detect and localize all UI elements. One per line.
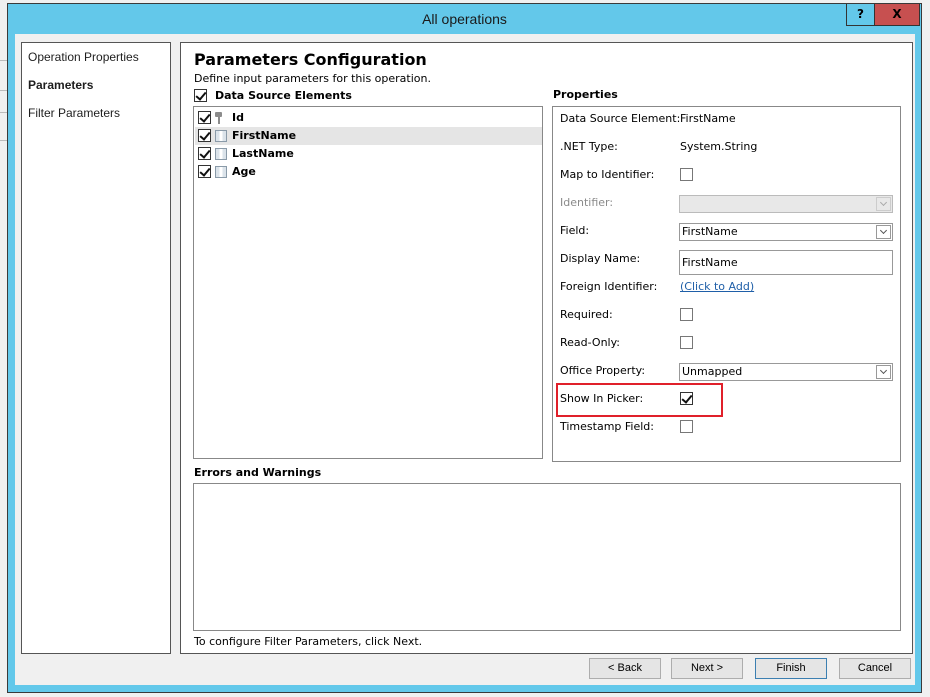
office-property-value: Unmapped <box>682 365 743 378</box>
read-only-label: Read-Only: <box>560 336 621 349</box>
data-source-elements-list: Id FirstName LastName Age <box>193 106 543 459</box>
main-panel: Parameters Configuration Define input pa… <box>180 42 913 654</box>
foreign-identifier-link[interactable]: (Click to Add) <box>680 280 754 293</box>
timestamp-field-checkbox[interactable] <box>680 420 693 433</box>
show-in-picker-label: Show In Picker: <box>560 392 644 405</box>
window-title: All operations <box>422 11 507 27</box>
net-type-value: System.String <box>680 140 758 153</box>
display-name-input[interactable]: FirstName <box>679 250 893 275</box>
element-name: Age <box>232 165 256 178</box>
required-checkbox[interactable] <box>680 308 693 321</box>
dialog-client-area: Operation Properties Parameters Filter P… <box>15 34 915 685</box>
list-item[interactable]: Id <box>195 109 542 127</box>
identifier-dropdown[interactable] <box>679 195 893 213</box>
dialog-window: All operations ? X Operation Properties … <box>7 3 922 693</box>
data-source-element-label: Data Source Element: <box>560 112 681 125</box>
nav-item-filter-parameters[interactable]: Filter Parameters <box>28 106 120 120</box>
back-button[interactable]: < Back <box>589 658 661 679</box>
field-dropdown[interactable]: FirstName <box>679 223 893 241</box>
page-description: Define input parameters for this operati… <box>194 72 431 85</box>
title-bar[interactable]: All operations ? X <box>8 4 921 34</box>
chevron-down-icon[interactable] <box>876 365 891 379</box>
identifier-label: Identifier: <box>560 196 614 209</box>
foreign-identifier-label: Foreign Identifier: <box>560 280 658 293</box>
element-checkbox[interactable] <box>198 147 211 160</box>
next-button[interactable]: Next > <box>671 658 743 679</box>
select-all-checkbox[interactable] <box>194 88 207 102</box>
cancel-button[interactable]: Cancel <box>839 658 911 679</box>
close-button[interactable]: X <box>874 4 920 26</box>
map-to-identifier-label: Map to Identifier: <box>560 168 655 181</box>
chevron-down-icon <box>876 197 891 211</box>
errors-title: Errors and Warnings <box>194 466 322 479</box>
data-source-elements-label: Data Source Elements <box>215 88 352 102</box>
element-name: LastName <box>232 147 294 160</box>
office-property-dropdown[interactable]: Unmapped <box>679 363 893 381</box>
key-icon <box>215 112 223 124</box>
map-to-identifier-checkbox[interactable] <box>680 168 693 181</box>
properties-panel: Data Source Element: FirstName .NET Type… <box>552 106 901 462</box>
nav-item-operation-properties[interactable]: Operation Properties <box>28 50 139 64</box>
data-source-elements-header: Data Source Elements <box>194 88 352 102</box>
show-in-picker-checkbox[interactable] <box>680 392 693 405</box>
required-label: Required: <box>560 308 613 321</box>
element-checkbox[interactable] <box>198 129 211 142</box>
wizard-nav: Operation Properties Parameters Filter P… <box>21 42 171 654</box>
help-button[interactable]: ? <box>846 4 875 26</box>
timestamp-field-label: Timestamp Field: <box>560 420 654 433</box>
field-value: FirstName <box>682 225 738 238</box>
field-label: Field: <box>560 224 590 237</box>
list-item[interactable]: LastName <box>195 145 542 163</box>
column-icon <box>215 166 227 178</box>
footnote: To configure Filter Parameters, click Ne… <box>194 635 423 648</box>
office-property-label: Office Property: <box>560 364 646 377</box>
read-only-checkbox[interactable] <box>680 336 693 349</box>
column-icon <box>215 130 227 142</box>
element-checkbox[interactable] <box>198 165 211 178</box>
net-type-label: .NET Type: <box>560 140 618 153</box>
element-name: FirstName <box>232 129 297 142</box>
properties-title: Properties <box>553 88 618 101</box>
element-checkbox[interactable] <box>198 111 211 124</box>
column-icon <box>215 148 227 160</box>
chevron-down-icon[interactable] <box>876 225 891 239</box>
element-name: Id <box>232 111 244 124</box>
list-item[interactable]: FirstName <box>195 127 542 145</box>
page-title: Parameters Configuration <box>194 50 427 69</box>
nav-item-parameters[interactable]: Parameters <box>28 78 93 92</box>
errors-and-warnings-box <box>193 483 901 631</box>
display-name-label: Display Name: <box>560 252 641 265</box>
finish-button[interactable]: Finish <box>755 658 827 679</box>
data-source-element-value: FirstName <box>680 112 736 125</box>
list-item[interactable]: Age <box>195 163 542 181</box>
